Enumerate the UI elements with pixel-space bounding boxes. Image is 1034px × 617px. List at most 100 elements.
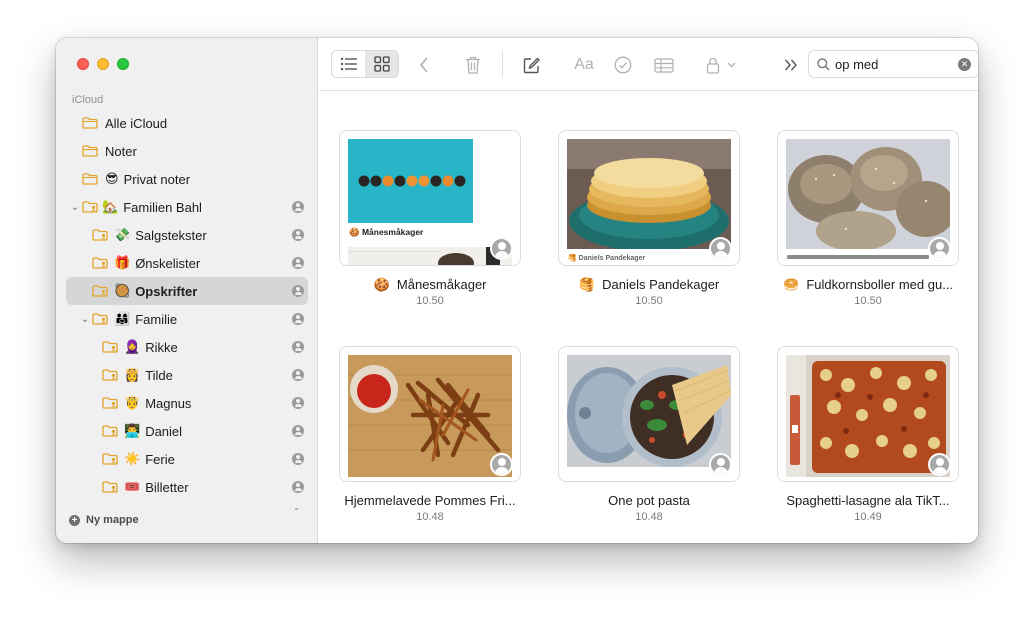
new-note-button[interactable] <box>518 52 544 78</box>
shared-user-avatar <box>490 453 513 476</box>
shared-user-avatar <box>928 453 951 476</box>
shared-person-icon <box>292 397 304 409</box>
folder-icon <box>82 173 98 185</box>
compose-icon <box>523 57 540 73</box>
shared-person-icon <box>292 201 304 213</box>
sidebar-item-familien-bahl[interactable]: ⌄ 🏡 Familien Bahl <box>66 193 308 221</box>
note-preview-text-strip <box>787 255 929 259</box>
chevron-down-icon[interactable]: ⌄ <box>80 314 90 325</box>
note-preview-image <box>786 355 950 477</box>
shared-user-avatar <box>709 453 732 476</box>
shared-person-icon <box>292 369 304 381</box>
lock-button[interactable] <box>701 52 741 78</box>
cookie-icon: 🍪 <box>373 277 390 292</box>
shared-person-icon <box>292 229 304 241</box>
bagel-icon: 🥯 <box>782 277 800 292</box>
clear-search-icon[interactable]: ✕ <box>958 58 971 71</box>
list-icon <box>340 57 357 71</box>
more-toolbar-button[interactable] <box>778 52 804 78</box>
shared-person-icon <box>292 313 304 325</box>
shared-person-icon <box>292 257 304 269</box>
note-title: 🍪 Månesmåkager <box>333 277 527 293</box>
sidebar-section-icloud: iCloud <box>72 94 104 106</box>
shared-folder-icon <box>102 369 118 381</box>
minimize-button[interactable] <box>97 58 109 70</box>
pan-food-icon: 🥘 <box>114 283 131 298</box>
sidebar-item-label: Noter <box>105 143 137 159</box>
search-icon <box>817 58 830 71</box>
money-icon: 💸 <box>114 227 131 242</box>
toolbar-divider <box>502 51 503 77</box>
ticket-icon: 🎟️ <box>124 479 141 494</box>
sidebar-item-magnus[interactable]: 🤴 Magnus <box>66 389 308 417</box>
sidebar-item-rikke[interactable]: 🧕 Rikke <box>66 333 308 361</box>
delete-button[interactable] <box>460 52 486 78</box>
trash-icon <box>466 56 480 74</box>
note-title: Hjemmelavede Pommes Fri... <box>344 493 516 508</box>
chevron-down-icon[interactable]: ⌄ <box>70 202 80 213</box>
note-title: Spaghetti-lasagne ala TikT... <box>786 493 950 508</box>
checklist-button[interactable] <box>610 52 636 78</box>
chevron-left-icon <box>419 57 428 73</box>
back-button[interactable] <box>411 52 437 78</box>
note-thumbnail[interactable]: 🍪 Månesmåkager <box>339 130 521 266</box>
note-date: 10.49 <box>854 511 882 523</box>
double-chevron-right-icon <box>784 59 797 71</box>
sidebar-item-label: Magnus <box>145 395 192 411</box>
note-preview-image <box>348 139 473 223</box>
shared-folder-icon <box>92 229 108 241</box>
sidebar-item-label: Ønskelister <box>135 255 201 271</box>
new-folder-button[interactable]: + Ny mappe <box>69 514 139 526</box>
notes-gallery: 🍪 Månesmåkager 🍪 Månesmåkager 10.50 🥞 Da… <box>319 92 978 543</box>
sidebar-item-familie[interactable]: ⌄ 👨‍👩‍👧 Familie <box>66 305 308 333</box>
checkmark-circle-icon <box>614 56 632 74</box>
list-view-button[interactable] <box>332 51 365 77</box>
note-title: 🥞 Daniels Pandekager <box>552 277 746 293</box>
gift-icon: 🎁 <box>114 255 131 270</box>
sidebar-item-ferie[interactable]: ☀️ Ferie <box>66 445 308 473</box>
sidebar-item-label: Familie <box>135 311 178 327</box>
search-input[interactable] <box>835 57 945 72</box>
sidebar-item-label: Billetter <box>145 479 189 495</box>
table-button[interactable] <box>651 52 677 78</box>
format-button[interactable]: Aa <box>568 52 600 78</box>
shared-user-avatar <box>928 237 951 260</box>
sidebar-item-daniel[interactable]: 👨‍💻 Daniel <box>66 417 308 445</box>
sidebar-item-label: Privat noter <box>123 171 191 187</box>
sidebar-item-label: Opskrifter <box>135 283 198 299</box>
sidebar-item-opskrifter[interactable]: 🥘 Opskrifter <box>66 277 308 305</box>
shared-folder-icon <box>82 201 98 213</box>
shared-folder-icon <box>92 257 108 269</box>
sidebar-item-noter[interactable]: Noter <box>66 137 308 165</box>
gallery-view-button[interactable] <box>365 51 398 77</box>
sidebar-item-alle-icloud[interactable]: Alle iCloud <box>66 109 308 137</box>
note-thumbnail[interactable] <box>558 346 740 482</box>
text-format-icon: Aa <box>574 56 594 73</box>
close-button[interactable] <box>77 58 89 70</box>
note-thumbnail[interactable] <box>339 346 521 482</box>
chevron-down-icon <box>727 62 736 68</box>
sidebar-item-tilde[interactable]: 👸 Tilde <box>66 361 308 389</box>
note-title-text: Månesmåkager <box>396 277 487 292</box>
note-thumbnail[interactable] <box>777 346 959 482</box>
note-preview-image <box>567 139 731 249</box>
shared-folder-icon <box>102 341 118 353</box>
shared-person-icon <box>292 425 304 437</box>
toolbar: Aa ✕ <box>319 38 978 91</box>
note-thumbnail[interactable]: 🥞 Daniels Pandekager <box>558 130 740 266</box>
shared-person-icon <box>292 341 304 353</box>
search-field[interactable]: ✕ <box>808 50 978 78</box>
family-icon: 👨‍👩‍👧 <box>114 311 131 326</box>
sidebar-item-onskelister[interactable]: 🎁 Ønskelister <box>66 249 308 277</box>
sidebar-item-privat-noter[interactable]: 😎 Privat noter <box>66 165 308 193</box>
zoom-button[interactable] <box>117 58 129 70</box>
new-folder-label: Ny mappe <box>86 514 139 526</box>
sidebar-item-billetter[interactable]: 🎟️ Billetter <box>66 473 308 501</box>
shared-folder-icon <box>102 481 118 493</box>
technologist-icon: 👨‍💻 <box>124 423 141 438</box>
note-thumbnail[interactable] <box>777 130 959 266</box>
sunglasses-icon: 😎 <box>105 171 119 186</box>
sidebar-item-label: Rikke <box>145 339 178 355</box>
folder-icon <box>82 117 98 129</box>
sidebar-item-salgstekster[interactable]: 💸 Salgstekster <box>66 221 308 249</box>
